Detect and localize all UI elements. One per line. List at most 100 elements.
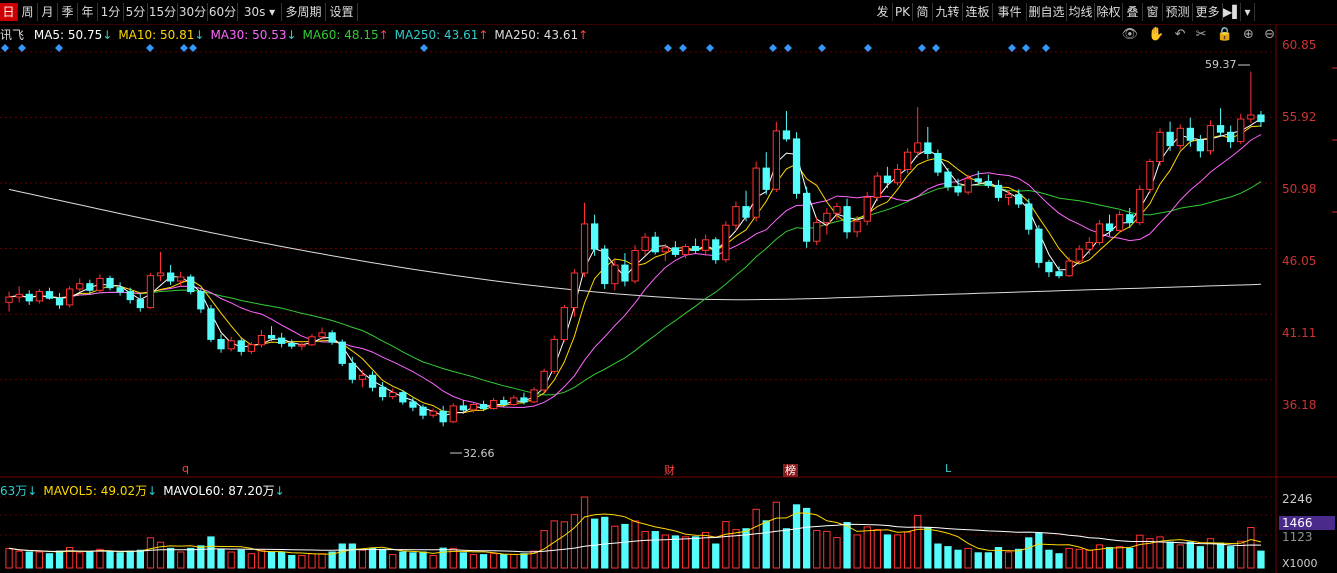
volume-bar — [1105, 547, 1114, 569]
candle-body — [681, 246, 690, 255]
candle-body — [1227, 131, 1235, 143]
candle-body — [328, 332, 336, 343]
candle-body — [136, 299, 144, 309]
volume-bar — [550, 520, 558, 569]
candle-body — [964, 178, 972, 193]
signal-diamond — [664, 44, 672, 52]
candle-body — [772, 130, 781, 190]
vol-legend-item-1: MAVOL5: 49.02万↓ — [43, 484, 158, 498]
event-q[interactable]: q — [182, 462, 189, 475]
volume-bar — [1065, 547, 1073, 569]
volume-bar — [500, 554, 508, 569]
volume-bar — [429, 555, 437, 569]
vol-cursor-value: 1466 — [1279, 516, 1335, 530]
eye-icon[interactable]: 👁 — [1122, 27, 1139, 42]
candle-body — [560, 307, 569, 341]
price-tick-4: 46.05 — [1282, 254, 1317, 268]
volume-bar — [177, 551, 185, 569]
candle-body — [25, 293, 33, 302]
zoom-in-icon[interactable]: ⊕ — [1243, 27, 1254, 42]
candle-body — [914, 142, 922, 153]
candle-body — [550, 339, 558, 372]
volume-bar — [974, 552, 982, 569]
volume-bar — [399, 551, 407, 569]
volume-bar — [25, 551, 33, 569]
candle-body — [399, 392, 407, 403]
candle-body — [792, 138, 801, 194]
volume-bar — [580, 496, 589, 569]
signal-diamond — [55, 44, 63, 52]
candle-body — [1146, 161, 1154, 190]
volume-bar — [621, 523, 629, 569]
volume-bar — [762, 520, 770, 569]
volume-bar — [156, 541, 165, 569]
candle-body — [661, 247, 670, 253]
candle-body — [298, 344, 306, 347]
candle-body — [449, 405, 457, 423]
volume-bar — [86, 551, 94, 569]
candle-body — [601, 248, 609, 285]
candle-body — [207, 308, 215, 340]
volume-bar — [873, 529, 882, 569]
high-price-label: 59.37 — [1205, 58, 1237, 71]
hand-icon[interactable]: ✋ — [1148, 27, 1164, 42]
scissors-icon[interactable]: ✂ — [1196, 27, 1207, 42]
volume-bar — [338, 543, 346, 569]
candle-body — [1105, 223, 1114, 231]
candle-body — [348, 362, 357, 380]
candle-body — [742, 206, 750, 218]
volume-bar — [55, 550, 64, 569]
candle-body — [1035, 228, 1043, 263]
undo-icon[interactable]: ↶ — [1175, 27, 1186, 42]
vol-legend-item-0: 63万↓ — [0, 484, 38, 498]
candle-body — [1045, 261, 1053, 273]
vol-tick-3: 1123 — [1282, 530, 1313, 544]
candle-body — [146, 275, 155, 309]
volume-bar — [924, 527, 932, 569]
volume-bar — [570, 514, 579, 569]
event-finance[interactable]: 财 — [664, 462, 675, 478]
candle-body — [490, 400, 498, 409]
candle-body — [439, 410, 447, 423]
candle-body — [409, 401, 417, 408]
candle-body — [510, 397, 518, 405]
volume-bar — [439, 547, 447, 569]
volume-bar — [247, 553, 255, 569]
volume-bar — [318, 553, 326, 569]
candle-body — [106, 277, 114, 289]
candle-body — [358, 374, 367, 380]
volume-bar — [954, 549, 962, 569]
signal-diamond — [706, 44, 714, 52]
zoom-out-icon[interactable]: ⊖ — [1264, 27, 1275, 42]
volume-bar — [490, 553, 498, 569]
candle-body — [318, 332, 326, 338]
candle-body — [35, 291, 44, 302]
event-list[interactable]: 榜 — [783, 462, 798, 478]
candle-body — [338, 341, 346, 364]
volume-bar — [893, 534, 902, 569]
candle-body — [86, 283, 94, 291]
volume-bar — [106, 551, 114, 569]
candle-body — [974, 178, 982, 183]
volume-bar — [691, 536, 700, 569]
candle-body — [257, 335, 266, 346]
candle-body — [641, 236, 649, 251]
vol-unit: X1000 — [1282, 557, 1318, 570]
volume-bar — [1216, 542, 1225, 569]
volume-bar — [1176, 544, 1184, 569]
candle-body — [76, 283, 84, 290]
signal-diamond — [1008, 44, 1016, 52]
volume-bar — [843, 522, 851, 569]
candle-body — [712, 239, 720, 261]
candle-body — [1166, 131, 1174, 147]
signal-diamond — [769, 44, 777, 52]
candle-body — [237, 340, 245, 352]
candle-body — [813, 222, 821, 242]
candle-body — [883, 175, 892, 184]
lock-icon[interactable]: 🔒 — [1217, 27, 1233, 42]
candle-body — [177, 276, 185, 282]
event-l[interactable]: L — [945, 462, 951, 475]
volume-bar — [934, 543, 942, 569]
candle-body — [782, 130, 791, 140]
volume-bar — [167, 547, 175, 569]
